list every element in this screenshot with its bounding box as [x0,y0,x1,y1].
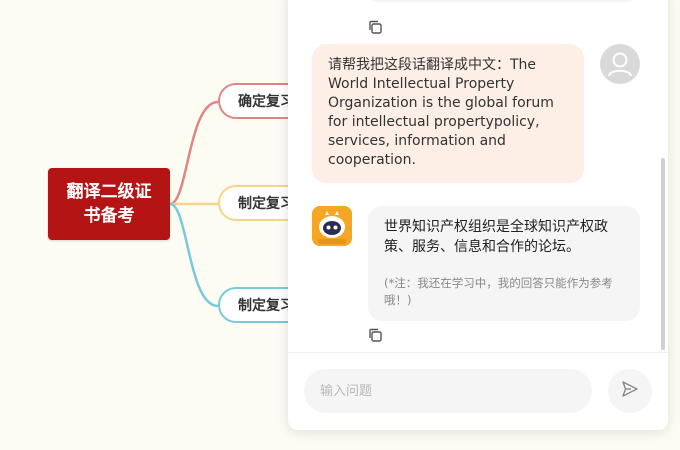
robot-avatar-icon [312,206,352,246]
user-message-text: 请帮我把这段话翻译成中文：The World Intellectual Prop… [328,57,554,168]
chat-scrollbar[interactable] [661,158,665,350]
bot-reply-text: 世界知识产权组织是全球知识产权政策、服务、信息和合作的论坛。 [384,219,608,255]
send-button[interactable] [608,369,652,413]
copy-icon[interactable] [368,20,382,34]
send-icon [621,380,639,402]
previous-message-bubble [366,0,638,2]
branch-label: 制定复习 [238,196,294,212]
mind-map-root-node[interactable]: 翻译二级证书备考 [48,168,170,240]
question-input[interactable] [304,369,592,413]
branch-label: 制定复习 [238,298,294,314]
user-message-bubble: 请帮我把这段话翻译成中文：The World Intellectual Prop… [312,44,584,183]
copy-icon[interactable] [368,328,382,342]
user-avatar-icon [600,44,640,84]
root-node-label: 翻译二级证书备考 [66,182,152,226]
bot-disclaimer-note: (*注：我还在学习中，我的回答只能作为参考哦！) [384,276,613,307]
bot-reply-bubble: 世界知识产权组织是全球知识产权政策、服务、信息和合作的论坛。 (*注：我还在学习… [368,206,640,321]
input-divider [288,352,668,353]
branch-label: 确定复习 [238,94,294,110]
ai-chat-panel: 请帮我把这段话翻译成中文：The World Intellectual Prop… [288,0,668,430]
